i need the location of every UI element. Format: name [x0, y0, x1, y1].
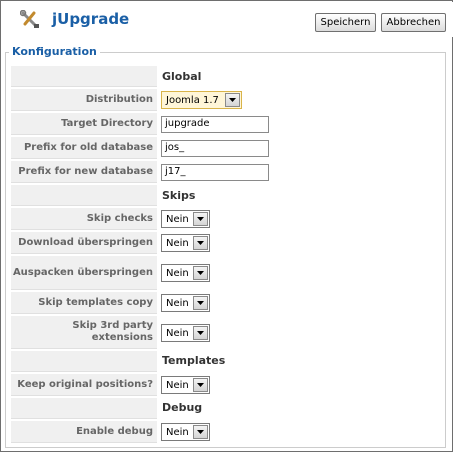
skip-3rdparty-label: Skip 3rd party extensions — [11, 316, 157, 349]
section-heading-debug: Debug — [162, 401, 203, 414]
section-label-spacer-debug — [11, 398, 157, 419]
distribution-value: Joomla 1.7 — [166, 94, 219, 106]
cancel-button[interactable]: Abbrechen — [381, 13, 446, 32]
section-label-spacer-global — [11, 66, 157, 87]
chevron-down-icon — [193, 236, 208, 250]
section-label-spacer-skips — [11, 185, 157, 206]
enable-debug-label: Enable debug — [11, 421, 157, 443]
chevron-down-icon — [193, 378, 208, 392]
section-label-spacer-templates — [11, 351, 157, 372]
prefix-new-input[interactable]: j17_ — [161, 164, 269, 181]
unpack-skip-select[interactable]: Nein — [161, 264, 210, 282]
prefix-new-label: Prefix for new database — [11, 161, 157, 183]
chevron-down-icon — [225, 93, 240, 107]
skip-3rdparty-select[interactable]: Nein — [161, 324, 210, 342]
skip-templates-label: Skip templates copy — [11, 292, 157, 314]
chevron-down-icon — [193, 425, 208, 439]
skip-checks-value: Nein — [166, 213, 189, 225]
unpack-skip-label: Auspacken überspringen — [11, 256, 157, 290]
keep-positions-label: Keep original positions? — [11, 374, 157, 396]
distribution-select[interactable]: Joomla 1.7 — [161, 91, 242, 109]
section-heading-templates: Templates — [162, 354, 226, 367]
chevron-down-icon — [193, 212, 208, 226]
enable-debug-select[interactable]: Nein — [161, 423, 210, 441]
skip-3rdparty-value: Nein — [166, 327, 189, 339]
fieldset-legend: Konfiguration — [9, 45, 100, 58]
app-title: jUpgrade — [52, 10, 130, 28]
unpack-skip-value: Nein — [166, 267, 189, 279]
toolbar-header: jUpgrade Speichern Abbrechen — [2, 2, 453, 37]
save-button[interactable]: Speichern — [315, 13, 376, 32]
chevron-down-icon — [193, 326, 208, 340]
distribution-label: Distribution — [11, 89, 157, 111]
target-directory-input[interactable]: jupgrade — [161, 116, 269, 133]
section-heading-skips: Skips — [162, 189, 196, 202]
keep-positions-value: Nein — [166, 379, 189, 391]
download-skip-value: Nein — [166, 237, 189, 249]
skip-templates-value: Nein — [166, 297, 189, 309]
enable-debug-value: Nein — [166, 426, 189, 438]
chevron-down-icon — [193, 266, 208, 280]
prefix-old-label: Prefix for old database — [11, 137, 157, 159]
prefix-old-input[interactable]: jos_ — [161, 140, 269, 157]
tools-logo-icon — [19, 9, 42, 30]
skip-checks-label: Skip checks — [11, 208, 157, 230]
download-skip-select[interactable]: Nein — [161, 234, 210, 252]
download-skip-label: Download überspringen — [11, 232, 157, 254]
skip-templates-select[interactable]: Nein — [161, 294, 210, 312]
section-heading-global: Global — [162, 70, 202, 83]
skip-checks-select[interactable]: Nein — [161, 210, 210, 228]
keep-positions-select[interactable]: Nein — [161, 376, 210, 394]
target-directory-label: Target Directory — [11, 113, 157, 135]
chevron-down-icon — [193, 296, 208, 310]
